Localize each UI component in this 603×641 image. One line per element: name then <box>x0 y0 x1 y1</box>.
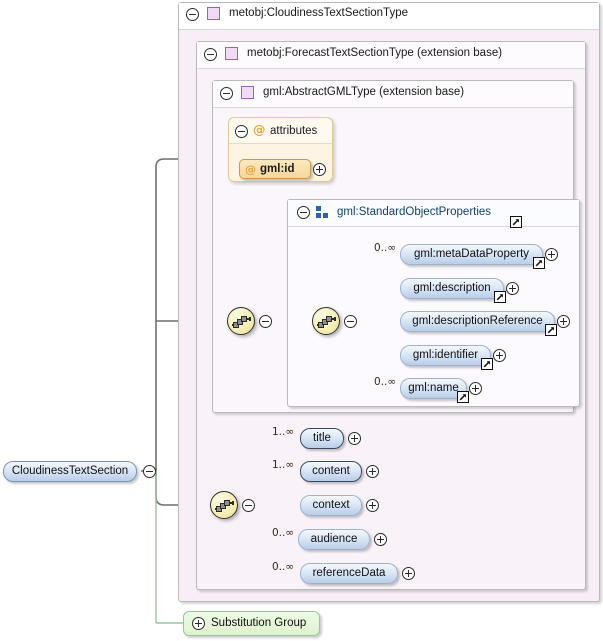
sequence-compositor-abstract-gml[interactable] <box>227 307 255 335</box>
toggle-gml-identifier[interactable] <box>493 349 506 362</box>
cardinality-audience: 0..∞ <box>272 527 295 539</box>
element-cloudiness-text-section[interactable]: CloudinessTextSection <box>3 461 137 482</box>
element-label: content <box>312 465 350 477</box>
toggle-audience[interactable] <box>374 533 387 546</box>
element-label: CloudinessTextSection <box>11 465 129 477</box>
sequence-compositor-standard-object-properties[interactable] <box>312 307 340 335</box>
sequence-icon <box>317 315 337 329</box>
toggle-gml-id[interactable] <box>313 163 326 176</box>
toggle-substitution-group[interactable] <box>192 617 205 630</box>
element-label: gml:description <box>413 282 491 294</box>
toggle-sequence-abstract-gml[interactable] <box>259 315 272 328</box>
sequence-icon <box>215 499 235 513</box>
attributes-label: attributes <box>270 125 318 137</box>
cardinality-content: 1..∞ <box>272 459 295 471</box>
external-link-icon[interactable] <box>510 216 522 228</box>
element-gml-description[interactable]: gml:description <box>400 278 504 299</box>
toggle-context[interactable] <box>366 499 379 512</box>
toggle-gml-description[interactable] <box>506 282 519 295</box>
toggle-attributes[interactable] <box>235 125 248 138</box>
element-label: audience <box>310 533 358 545</box>
element-label: gml:identifier <box>412 349 479 361</box>
toggle-content[interactable] <box>366 465 379 478</box>
toggle-title[interactable] <box>348 432 361 445</box>
toggle-sequence-forecast[interactable] <box>242 499 255 512</box>
element-label: gml:descriptionReference <box>412 315 543 327</box>
toggle-abstract-gml-type[interactable] <box>220 87 233 100</box>
external-link-icon[interactable] <box>457 391 469 403</box>
type-icon <box>207 7 220 20</box>
element-label: context <box>312 499 350 511</box>
attribute-gml-id[interactable]: @ gml:id <box>239 159 311 179</box>
type-label-cloudiness: metobj:CloudinessTextSectionType <box>229 7 408 19</box>
sequence-icon <box>232 315 252 329</box>
external-link-icon[interactable] <box>545 324 557 336</box>
type-icon <box>225 47 238 60</box>
cardinality-title: 1..∞ <box>272 426 295 438</box>
external-link-icon[interactable] <box>481 358 493 370</box>
element-audience[interactable]: audience <box>298 529 370 550</box>
element-context[interactable]: context <box>300 495 362 516</box>
cardinality-meta-data-property: 0..∞ <box>374 242 397 254</box>
cardinality-gml-name: 0..∞ <box>374 376 397 388</box>
toggle-cloudiness-text-section-type[interactable] <box>186 8 199 21</box>
group-label-standard-object-properties: gml:StandardObjectProperties <box>337 206 492 218</box>
element-gml-meta-data-property[interactable]: gml:metaDataProperty <box>400 244 543 265</box>
element-gml-identifier[interactable]: gml:identifier <box>400 345 491 366</box>
toggle-gml-meta-data-property[interactable] <box>545 248 558 261</box>
toggle-reference-data[interactable] <box>402 567 415 580</box>
toggle-sequence-standard-object-properties[interactable] <box>344 315 357 328</box>
external-link-icon[interactable] <box>494 291 506 303</box>
sequence-compositor-forecast-text-section[interactable] <box>210 491 238 519</box>
at-icon: @ <box>253 122 266 137</box>
type-label-abstract-gml: gml:AbstractGMLType (extension base) <box>263 86 465 98</box>
element-content[interactable]: content <box>300 461 362 482</box>
cardinality-reference-data: 0..∞ <box>272 561 295 573</box>
element-title[interactable]: title <box>300 428 344 449</box>
toggle-gml-description-reference[interactable] <box>557 315 570 328</box>
group-icon <box>316 205 330 218</box>
at-icon: @ <box>245 163 256 176</box>
element-gml-description-reference[interactable]: gml:descriptionReference <box>400 311 555 332</box>
external-link-icon[interactable] <box>533 257 545 269</box>
toggle-standard-object-properties[interactable] <box>297 206 310 219</box>
toggle-gml-name[interactable] <box>469 382 482 395</box>
attribute-label: gml:id <box>260 163 295 175</box>
type-icon <box>241 86 254 99</box>
substitution-group-label: Substitution Group <box>211 617 307 629</box>
element-label: referenceData <box>312 567 386 579</box>
element-label: gml:metaDataProperty <box>413 248 530 260</box>
element-label: title <box>313 432 331 444</box>
element-reference-data[interactable]: referenceData <box>300 563 398 584</box>
toggle-forecast-text-section-type[interactable] <box>204 48 217 61</box>
toggle-cloudiness-text-section[interactable] <box>143 465 156 478</box>
group-box-standard-object-properties <box>287 199 580 407</box>
type-label-forecast: metobj:ForecastTextSectionType (extensio… <box>247 47 503 59</box>
